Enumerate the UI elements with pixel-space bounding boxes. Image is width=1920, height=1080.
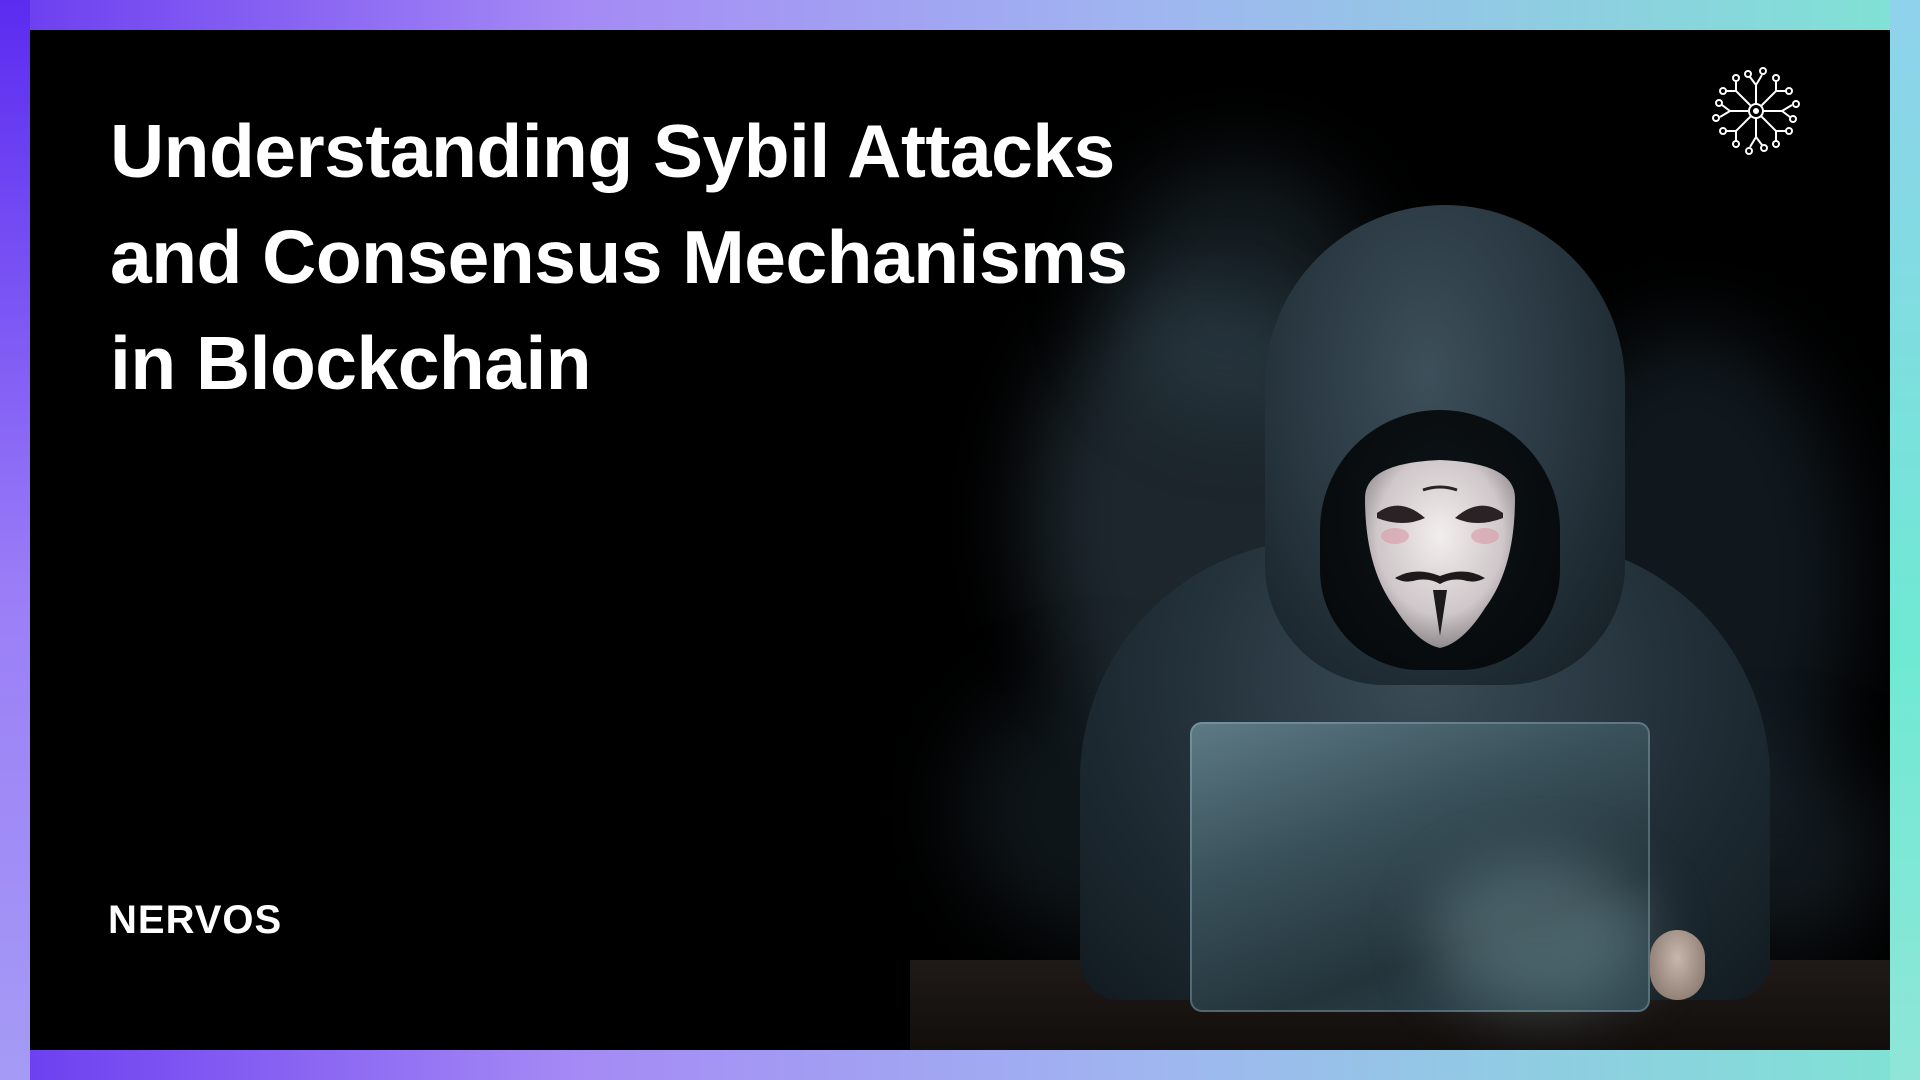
title-line-3: in Blockchain bbox=[110, 321, 592, 405]
brand-logo: NERVOS bbox=[108, 898, 283, 942]
network-node-icon bbox=[1712, 67, 1800, 155]
title-line-2: and Consensus Mechanisms bbox=[110, 215, 1128, 299]
laptop-glow bbox=[1430, 860, 1650, 1010]
title-line-1: Understanding Sybil Attacks bbox=[110, 109, 1115, 193]
hand bbox=[1650, 930, 1705, 1000]
frame-right-edge bbox=[1890, 0, 1920, 1080]
page-title: Understanding Sybil Attacks and Consensu… bbox=[110, 98, 1430, 416]
frame-left-edge bbox=[0, 0, 30, 1080]
mask-icon bbox=[1365, 460, 1515, 648]
